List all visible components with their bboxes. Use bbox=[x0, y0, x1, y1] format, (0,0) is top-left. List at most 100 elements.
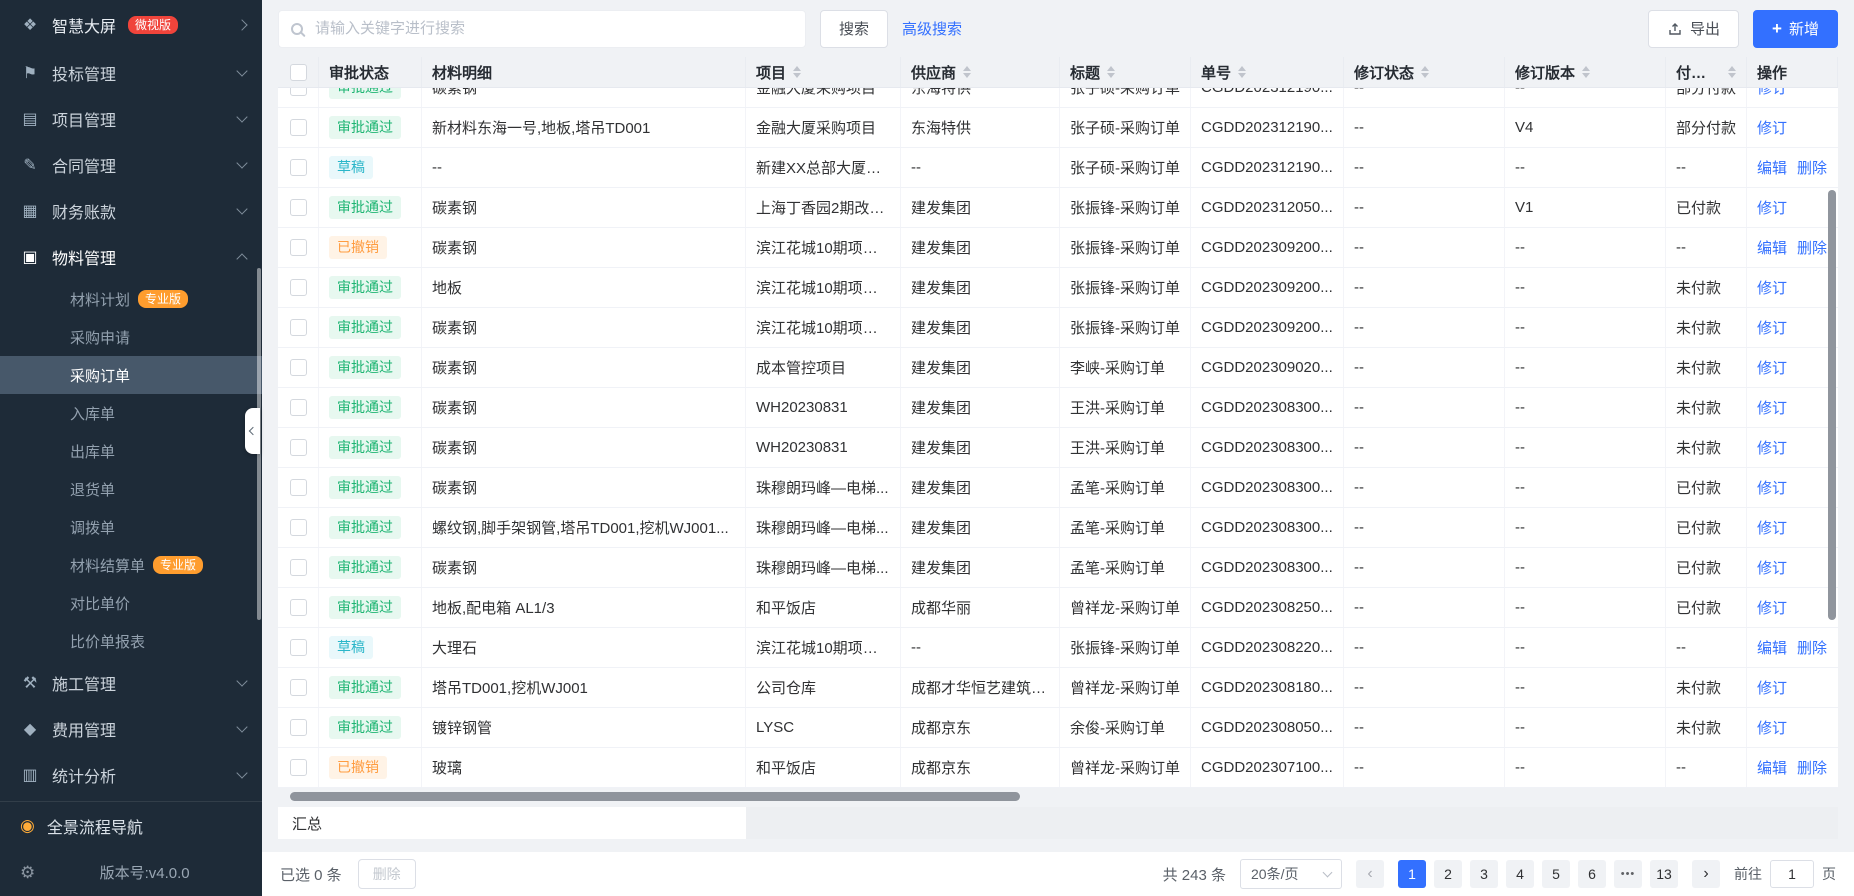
cell-actions: 编辑删除 bbox=[1747, 148, 1838, 187]
row-checkbox[interactable] bbox=[290, 119, 307, 136]
action-link[interactable]: 修订 bbox=[1757, 117, 1787, 138]
action-link[interactable]: 编辑 bbox=[1757, 157, 1787, 178]
goto-page-input[interactable] bbox=[1770, 860, 1814, 888]
page-button-6[interactable]: 6 bbox=[1578, 860, 1606, 888]
action-link[interactable]: 删除 bbox=[1797, 237, 1827, 258]
action-link[interactable]: 修订 bbox=[1757, 197, 1787, 218]
row-checkbox[interactable] bbox=[290, 519, 307, 536]
sidebar-item-contract[interactable]: ✎合同管理 bbox=[0, 142, 262, 188]
sort-icon[interactable] bbox=[1582, 66, 1590, 78]
cell-order-no: CGDD202308180... bbox=[1191, 668, 1344, 707]
sidebar-item-material-plan[interactable]: 材料计划专业版 bbox=[0, 280, 262, 318]
page-button-2[interactable]: 2 bbox=[1434, 860, 1462, 888]
export-button[interactable]: 导出 bbox=[1648, 10, 1739, 48]
header-checkbox-cell bbox=[278, 57, 319, 87]
cell-title: 张振锋-采购订单 bbox=[1060, 188, 1191, 227]
gear-icon[interactable]: ⚙ bbox=[20, 863, 35, 883]
sidebar-item-expense[interactable]: ◆费用管理 bbox=[0, 706, 262, 752]
horizontal-scrollbar[interactable] bbox=[290, 792, 1020, 801]
sidebar-item-construction[interactable]: ⚒施工管理 bbox=[0, 660, 262, 706]
sidebar-item-purchase-request[interactable]: 采购申请 bbox=[0, 318, 262, 356]
sort-icon[interactable] bbox=[793, 66, 801, 78]
row-checkbox[interactable] bbox=[290, 639, 307, 656]
sidebar-item-inbound[interactable]: 入库单 bbox=[0, 394, 262, 432]
page-button-5[interactable]: 5 bbox=[1542, 860, 1570, 888]
row-checkbox[interactable] bbox=[290, 759, 307, 776]
cell-status: 草稿 bbox=[319, 628, 422, 667]
sidebar-item-material[interactable]: ▣物料管理 bbox=[0, 234, 262, 280]
sort-icon[interactable] bbox=[963, 66, 971, 78]
sidebar-item-dashboard[interactable]: ❖智慧大屏微视版 bbox=[0, 0, 262, 50]
row-checkbox[interactable] bbox=[290, 439, 307, 456]
sidebar-item-purchase-order[interactable]: 采购订单 bbox=[0, 356, 262, 394]
action-link[interactable]: 修订 bbox=[1757, 437, 1787, 458]
vertical-scrollbar[interactable] bbox=[1828, 190, 1836, 620]
action-link[interactable]: 删除 bbox=[1797, 157, 1827, 178]
action-link[interactable]: 修订 bbox=[1757, 557, 1787, 578]
action-link[interactable]: 删除 bbox=[1797, 757, 1827, 778]
page-button-4[interactable]: 4 bbox=[1506, 860, 1534, 888]
add-button[interactable]: + 新增 bbox=[1753, 10, 1838, 48]
sidebar-item-material-settlement[interactable]: 材料结算单专业版 bbox=[0, 546, 262, 584]
page-button-1[interactable]: 1 bbox=[1398, 860, 1426, 888]
cell-status: 审批通过 bbox=[319, 668, 422, 707]
row-checkbox[interactable] bbox=[290, 719, 307, 736]
row-checkbox[interactable] bbox=[290, 479, 307, 496]
action-link[interactable]: 修订 bbox=[1757, 88, 1787, 98]
action-link[interactable]: 修订 bbox=[1757, 277, 1787, 298]
row-checkbox[interactable] bbox=[290, 199, 307, 216]
cell-status: 审批通过 bbox=[319, 508, 422, 547]
action-link[interactable]: 修订 bbox=[1757, 477, 1787, 498]
action-link[interactable]: 修订 bbox=[1757, 597, 1787, 618]
sidebar-item-finance[interactable]: ▦财务账款 bbox=[0, 188, 262, 234]
cell-supplier: 建发集团 bbox=[901, 348, 1060, 387]
action-link[interactable]: 编辑 bbox=[1757, 637, 1787, 658]
row-checkbox[interactable] bbox=[290, 359, 307, 376]
action-link[interactable]: 修订 bbox=[1757, 317, 1787, 338]
row-checkbox[interactable] bbox=[290, 88, 307, 96]
action-link[interactable]: 修订 bbox=[1757, 517, 1787, 538]
row-checkbox[interactable] bbox=[290, 159, 307, 176]
action-link[interactable]: 修订 bbox=[1757, 677, 1787, 698]
advanced-search-link[interactable]: 高级搜索 bbox=[902, 18, 962, 39]
sidebar-collapse-handle[interactable] bbox=[245, 408, 260, 454]
row-checkbox[interactable] bbox=[290, 319, 307, 336]
sort-icon[interactable] bbox=[1421, 66, 1429, 78]
panorama-nav-item[interactable]: ◉ 全景流程导航 bbox=[0, 802, 262, 849]
pagination-ellipsis[interactable]: ••• bbox=[1614, 860, 1642, 888]
page-button-13[interactable]: 13 bbox=[1650, 860, 1678, 888]
sidebar-item-project[interactable]: ▤项目管理 bbox=[0, 96, 262, 142]
search-button[interactable]: 搜索 bbox=[820, 10, 888, 48]
next-page-button[interactable]: › bbox=[1692, 860, 1720, 888]
row-checkbox[interactable] bbox=[290, 279, 307, 296]
row-checkbox[interactable] bbox=[290, 399, 307, 416]
row-checkbox[interactable] bbox=[290, 559, 307, 576]
action-link[interactable]: 修订 bbox=[1757, 357, 1787, 378]
sidebar-item-bid[interactable]: ⚑投标管理 bbox=[0, 50, 262, 96]
sort-icon[interactable] bbox=[1728, 66, 1736, 78]
action-link[interactable]: 删除 bbox=[1797, 637, 1827, 658]
sidebar-item-return[interactable]: 退货单 bbox=[0, 470, 262, 508]
search-input[interactable] bbox=[313, 19, 793, 38]
action-link[interactable]: 修订 bbox=[1757, 397, 1787, 418]
delete-button[interactable]: 删除 bbox=[358, 859, 416, 889]
sidebar-item-outbound[interactable]: 出库单 bbox=[0, 432, 262, 470]
sidebar-item-transfer[interactable]: 调拨单 bbox=[0, 508, 262, 546]
row-checkbox[interactable] bbox=[290, 239, 307, 256]
prev-page-button[interactable]: ‹ bbox=[1356, 860, 1384, 888]
sidebar-item-price-compare[interactable]: 对比单价 bbox=[0, 584, 262, 622]
action-link[interactable]: 修订 bbox=[1757, 717, 1787, 738]
sidebar-item-stats[interactable]: ▥统计分析 bbox=[0, 752, 262, 798]
sort-icon[interactable] bbox=[1238, 66, 1246, 78]
page-size-select[interactable]: 20条/页 bbox=[1240, 859, 1342, 889]
sort-icon[interactable] bbox=[1107, 66, 1115, 78]
row-checkbox[interactable] bbox=[290, 599, 307, 616]
sidebar-item-price-compare-report[interactable]: 比价单报表 bbox=[0, 622, 262, 660]
page-button-3[interactable]: 3 bbox=[1470, 860, 1498, 888]
action-link[interactable]: 编辑 bbox=[1757, 237, 1787, 258]
cell-actions: 编辑删除 bbox=[1747, 228, 1838, 267]
select-all-checkbox[interactable] bbox=[290, 64, 307, 81]
table-row: 审批通过地板滨江花城10期项目-...建发集团张振锋-采购订单CGDD20230… bbox=[278, 268, 1838, 308]
action-link[interactable]: 编辑 bbox=[1757, 757, 1787, 778]
row-checkbox[interactable] bbox=[290, 679, 307, 696]
